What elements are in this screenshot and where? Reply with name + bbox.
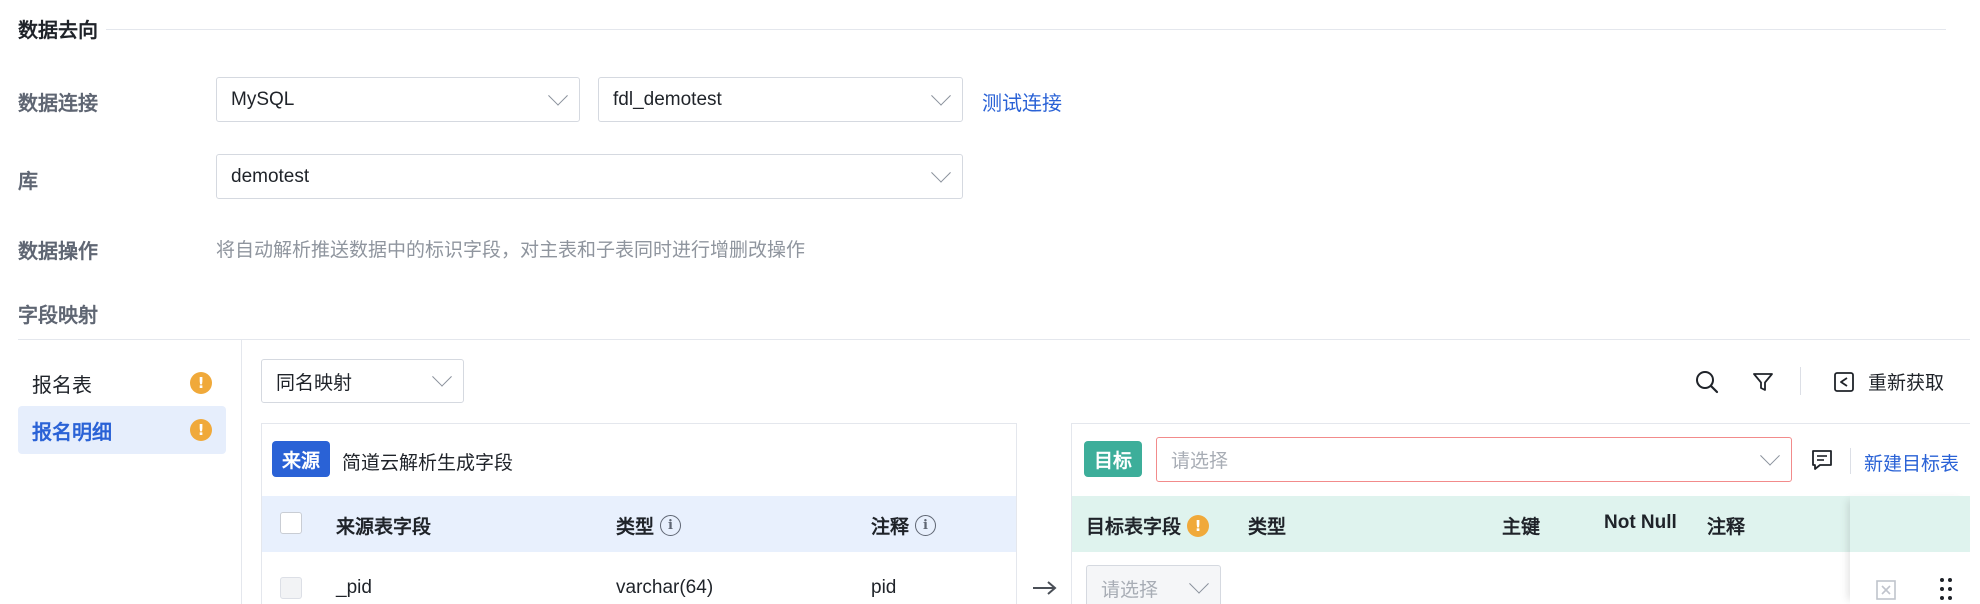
sidebar-item-registration[interactable]: 报名表 ! xyxy=(18,359,226,407)
refetch-label: 重新获取 xyxy=(1868,373,1945,394)
warning-icon: ! xyxy=(190,372,212,394)
refetch-button[interactable]: 重新获取 xyxy=(1832,368,1944,395)
column-label: 注释 xyxy=(871,517,910,538)
source-title: 简道云解析生成字段 xyxy=(342,453,514,474)
sidebar-item-registration-detail[interactable]: 报名明细 ! xyxy=(18,406,226,454)
column-label: 来源表字段 xyxy=(336,517,432,538)
mapping-top-divider xyxy=(18,339,1970,340)
sidebar-item-label: 报名表 xyxy=(32,374,92,397)
drag-handle-icon xyxy=(1940,578,1952,600)
column-label: 类型 xyxy=(1248,517,1287,538)
column-label: 注释 xyxy=(1707,517,1746,538)
section-divider xyxy=(106,29,1946,30)
mapping-arrow-icon xyxy=(1030,576,1060,604)
chevron-down-icon xyxy=(1189,573,1209,594)
section-title: 数据去向 xyxy=(18,20,98,42)
source-row-field: _pid xyxy=(336,577,372,598)
chevron-down-icon xyxy=(548,85,568,106)
target-col-field: 目标表字段 ! xyxy=(1086,512,1210,539)
comment-icon xyxy=(1812,450,1832,470)
warning-icon: ! xyxy=(190,419,212,441)
info-icon[interactable]: i xyxy=(660,515,682,536)
info-icon[interactable]: i xyxy=(915,515,937,536)
target-separator xyxy=(1850,448,1851,474)
chevron-down-icon xyxy=(931,85,951,106)
warning-icon: ! xyxy=(1187,514,1210,537)
operation-label: 数据操作 xyxy=(18,241,98,263)
filter-button[interactable] xyxy=(1746,365,1780,399)
column-label: 目标表字段 xyxy=(1086,517,1182,538)
connection-name-select[interactable]: fdl_demotest xyxy=(598,77,963,122)
db-label: 库 xyxy=(18,171,38,193)
test-connection-link[interactable]: 测试连接 xyxy=(982,87,1062,116)
filter-icon xyxy=(1753,373,1773,391)
target-tag: 目标 xyxy=(1084,441,1142,477)
new-target-table-link[interactable]: 新建目标表 xyxy=(1864,449,1959,476)
source-row-type: varchar(64) xyxy=(616,577,714,598)
target-col-type: 类型 xyxy=(1248,512,1286,539)
select-all-checkbox[interactable] xyxy=(280,512,302,534)
db-select[interactable]: demotest xyxy=(216,154,963,199)
connection-type-select[interactable]: MySQL xyxy=(216,77,580,122)
sidebar-divider xyxy=(241,339,242,604)
source-col-comment: 注释 i xyxy=(871,512,937,539)
chevron-down-icon xyxy=(931,162,951,183)
db-value: demotest xyxy=(231,165,310,187)
chevron-down-icon xyxy=(432,366,452,387)
connection-name-value: fdl_demotest xyxy=(613,88,722,110)
search-button[interactable] xyxy=(1690,365,1724,399)
source-col-type: 类型 i xyxy=(616,512,682,539)
column-label: Not Null xyxy=(1604,512,1677,533)
connection-label: 数据连接 xyxy=(18,93,98,115)
chevron-down-icon xyxy=(1760,445,1780,466)
search-icon xyxy=(1696,371,1719,394)
target-col-comment: 注释 xyxy=(1707,512,1745,539)
sidebar-item-label: 报名明细 xyxy=(32,421,112,444)
row-checkbox[interactable] xyxy=(280,577,302,599)
mapping-label: 字段映射 xyxy=(18,305,98,327)
target-table-placeholder: 请选择 xyxy=(1171,451,1229,472)
target-col-primary-key: 主键 xyxy=(1502,512,1540,539)
source-col-field: 来源表字段 xyxy=(336,512,431,539)
target-field-placeholder: 请选择 xyxy=(1101,579,1159,601)
source-row-comment: pid xyxy=(871,577,897,598)
target-field-select[interactable]: 请选择 xyxy=(1086,565,1221,604)
target-col-not-null: Not Null xyxy=(1604,512,1677,534)
drag-handle[interactable] xyxy=(1934,574,1958,604)
comment-button[interactable] xyxy=(1808,446,1836,474)
delete-icon xyxy=(1876,580,1896,600)
source-tag: 来源 xyxy=(272,441,330,477)
delete-row-button[interactable] xyxy=(1872,576,1900,604)
mapping-mode-value: 同名映射 xyxy=(276,372,353,394)
refresh-icon xyxy=(1834,371,1854,392)
connection-type-value: MySQL xyxy=(231,88,295,110)
column-label: 主键 xyxy=(1502,517,1541,538)
toolbar-separator xyxy=(1800,367,1801,395)
column-label: 类型 xyxy=(616,517,655,538)
operation-description: 将自动解析推送数据中的标识字段，对主表和子表同时进行增删改操作 xyxy=(216,240,806,261)
mapping-mode-select[interactable]: 同名映射 xyxy=(261,359,464,403)
target-table-select[interactable]: 请选择 xyxy=(1156,437,1792,482)
